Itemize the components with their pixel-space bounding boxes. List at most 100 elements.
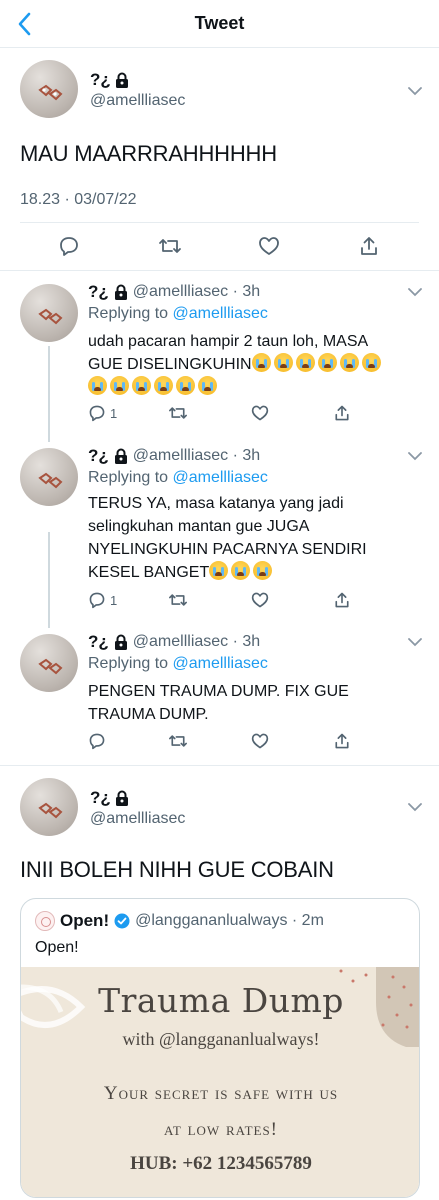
reply-icon (60, 237, 78, 256)
replying-label: Replying to (88, 655, 169, 672)
retweet-icon (169, 735, 187, 747)
reply-text: udah pacaran hampir 2 taun loh, MASA GUE… (88, 330, 418, 399)
like-button[interactable] (251, 732, 269, 750)
quoted-image[interactable]: Trauma Dump with @langgananlualways! You… (21, 967, 419, 1197)
crying-emoji-icon (209, 561, 229, 580)
main-action-bar (0, 235, 439, 257)
replying-to-link[interactable]: @amellliasec (173, 655, 268, 672)
text-line: TRAUMA DUMP. (88, 706, 209, 723)
crying-emoji-icon (176, 376, 195, 395)
retweet-icon (169, 594, 187, 606)
author-handle[interactable]: @amellliasec (90, 92, 185, 110)
share-button[interactable] (333, 732, 351, 750)
replying-to-link[interactable]: @amellliasec (173, 469, 268, 486)
reply-count: 1 (110, 592, 118, 608)
reply-icon (89, 733, 105, 750)
lock-icon (115, 790, 128, 806)
retweet-icon (159, 239, 181, 253)
page-title: Tweet (194, 13, 245, 33)
image-contact: HUB: +62 1234565789 (130, 1153, 312, 1174)
retweet-button[interactable] (168, 591, 188, 609)
avatar[interactable] (20, 778, 78, 836)
crying-emoji-icon (339, 353, 359, 372)
quoted-avatar (35, 911, 55, 931)
reply-icon (89, 592, 105, 609)
replying-label: Replying to (88, 305, 169, 322)
top-bar: Tweet (0, 0, 439, 48)
share-icon (361, 237, 377, 255)
image-title: Trauma Dump (98, 981, 344, 1020)
divider (0, 270, 439, 271)
text-line-content: GUE DISELINGKUHIN (88, 356, 252, 373)
author-name-text: ?¿ (90, 788, 111, 807)
author-name[interactable]: ?¿ (88, 632, 109, 652)
quoted-tweet[interactable]: Open! @langgananlualways · 2m Open! Trau… (20, 898, 420, 1198)
author-handle[interactable]: @amellliasec (90, 810, 185, 828)
like-button[interactable] (251, 591, 269, 609)
reply-text: TERUS YA, masa katanya yang jadi selingk… (88, 492, 418, 584)
crying-emoji-icon (88, 376, 107, 395)
quoted-tweet-header: Open! @langgananlualways · 2m (35, 911, 324, 931)
reply-button[interactable]: 1 (88, 591, 117, 609)
chevron-down-icon[interactable] (408, 86, 422, 96)
retweet-button[interactable] (168, 732, 188, 750)
author-name[interactable]: ?¿ (90, 70, 130, 90)
replying-label: Replying to (88, 469, 169, 486)
like-button[interactable] (258, 235, 280, 257)
image-subtitle: with @langgananlualways! (122, 1029, 320, 1049)
avatar[interactable] (20, 448, 78, 506)
share-button[interactable] (333, 404, 351, 422)
share-button[interactable] (333, 591, 351, 609)
replying-to: Replying to @amellliasec (88, 469, 268, 487)
crying-emoji-icon (231, 561, 251, 580)
chevron-down-icon[interactable] (408, 451, 422, 461)
crying-emoji-icon (295, 353, 315, 372)
crying-emoji-icon (317, 353, 337, 372)
text-line: PENGEN TRAUMA DUMP. FIX GUE (88, 683, 349, 700)
crying-emoji-icon (361, 353, 381, 372)
tweet-timestamp[interactable]: 18.23 · 03/07/22 (20, 191, 137, 209)
chevron-down-icon[interactable] (408, 802, 422, 812)
text-line: GUE DISELINGKUHIN (88, 353, 418, 376)
handle-time[interactable]: @amellliasec · 3h (133, 447, 260, 465)
avatar[interactable] (20, 60, 78, 118)
retweet-button[interactable] (168, 404, 188, 422)
author-name-text: ?¿ (90, 70, 111, 89)
author-name[interactable]: ?¿ (88, 282, 109, 302)
reply-icon (89, 405, 105, 422)
text-line: KESEL BANGET (88, 561, 418, 584)
handle-time[interactable]: @amellliasec · 3h (133, 633, 260, 651)
share-button[interactable] (358, 235, 380, 257)
retweet-icon (169, 407, 187, 419)
like-button[interactable] (251, 404, 269, 422)
reply-button[interactable]: 1 (88, 404, 117, 422)
share-icon (335, 405, 349, 421)
chevron-down-icon[interactable] (408, 637, 422, 647)
retweet-button[interactable] (158, 235, 182, 257)
handle-time[interactable]: @amellliasec · 3h (133, 283, 260, 301)
verified-icon (114, 913, 130, 929)
author-name[interactable]: ?¿ (88, 446, 109, 466)
chevron-down-icon[interactable] (408, 287, 422, 297)
crying-emoji-icon (251, 353, 271, 372)
quoted-author-name: Open! (60, 911, 110, 930)
reply-button[interactable] (88, 732, 110, 750)
author-name[interactable]: ?¿ (90, 788, 130, 808)
replying-to: Replying to @amellliasec (88, 655, 268, 673)
reply-header: ?¿ @amellliasec · 3h (88, 446, 260, 466)
avatar[interactable] (20, 284, 78, 342)
text-line: TERUS YA, masa katanya yang jadi (88, 495, 344, 512)
divider (0, 765, 439, 766)
avatar[interactable] (20, 634, 78, 692)
crying-emoji-icon (132, 376, 151, 395)
like-icon (251, 733, 269, 749)
share-icon (335, 733, 349, 749)
lock-icon (114, 448, 127, 464)
quoted-text: Open! (35, 939, 79, 956)
lock-icon (114, 284, 127, 300)
crying-emoji-icon (110, 376, 129, 395)
tweet-text: INII BOLEH NIHH GUE COBAIN (20, 857, 334, 882)
reply-button[interactable] (58, 235, 80, 257)
replying-to-link[interactable]: @amellliasec (173, 305, 268, 322)
text-line: selingkuhan mantan gue JUGA (88, 518, 310, 535)
